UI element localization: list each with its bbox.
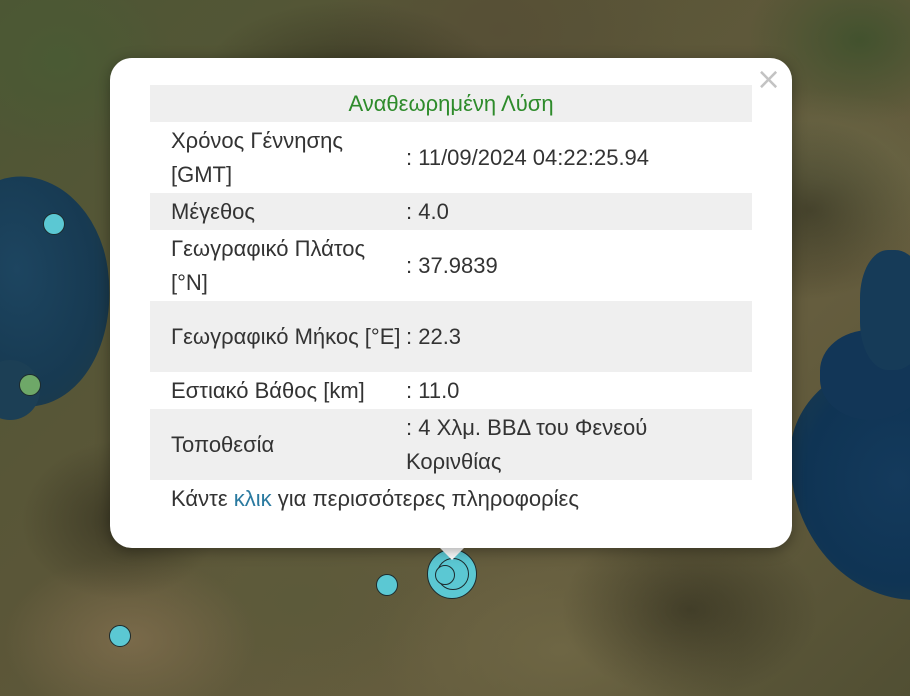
detail-value: : 11/09/2024 04:22:25.94 [406,144,650,170]
detail-label: Γεωγραφικό Μήκος [°E] [171,323,401,349]
detail-label: Χρόνος Γέννησης [GMT] [171,127,343,187]
gulf-water-right-top [860,250,910,370]
more-info-prefix: Κάντε [171,486,228,511]
earthquake-details-table: Αναθεωρημένη Λύση Χρόνος Γέννησης [GMT] … [150,85,752,518]
earthquake-marker[interactable] [376,574,398,596]
detail-row-location: Τοποθεσία : 4 Χλμ. ΒΒΔ του Φενεού Κορινθ… [150,409,752,480]
more-info-link[interactable]: κλικ [234,486,272,511]
detail-label: Γεωγραφικό Πλάτος [°N] [171,235,366,295]
detail-value: : 37.9839 [406,252,498,278]
detail-value: : 4 Χλμ. ΒΒΔ του Φενεού Κορινθίας [406,414,648,474]
earthquake-marker[interactable] [109,625,131,647]
popup-title: Αναθεωρημένη Λύση [150,85,752,122]
more-info-suffix: για περισσότερες πληροφορίες [277,486,579,511]
detail-row-depth: Εστιακό Βάθος [km] : 11.0 [150,372,752,409]
earthquake-marker[interactable] [43,213,65,235]
detail-row-origin-time: Χρόνος Γέννησης [GMT] : 11/09/2024 04:22… [150,122,752,193]
more-info-line: Κάντε κλικ για περισσότερες πληροφορίες [150,480,752,518]
detail-label: Εστιακό Βάθος [km] [171,377,365,403]
earthquake-info-popup: × Αναθεωρημένη Λύση Χρόνος Γέννησης [GMT… [110,58,792,548]
close-icon[interactable]: × [756,65,781,95]
detail-row-longitude: Γεωγραφικό Μήκος [°E] : 22.3 [150,301,752,372]
detail-value: : 4.0 [406,198,449,224]
detail-row-magnitude: Μέγεθος : 4.0 [150,193,752,230]
detail-label: Μέγεθος [171,198,256,224]
earthquake-marker[interactable] [19,374,41,396]
detail-value: : 11.0 [406,377,460,403]
detail-label: Τοποθεσία [171,431,275,457]
detail-row-latitude: Γεωγραφικό Πλάτος [°N] : 37.9839 [150,230,752,301]
detail-value: : 22.3 [406,323,462,349]
earthquake-marker[interactable] [435,565,455,585]
